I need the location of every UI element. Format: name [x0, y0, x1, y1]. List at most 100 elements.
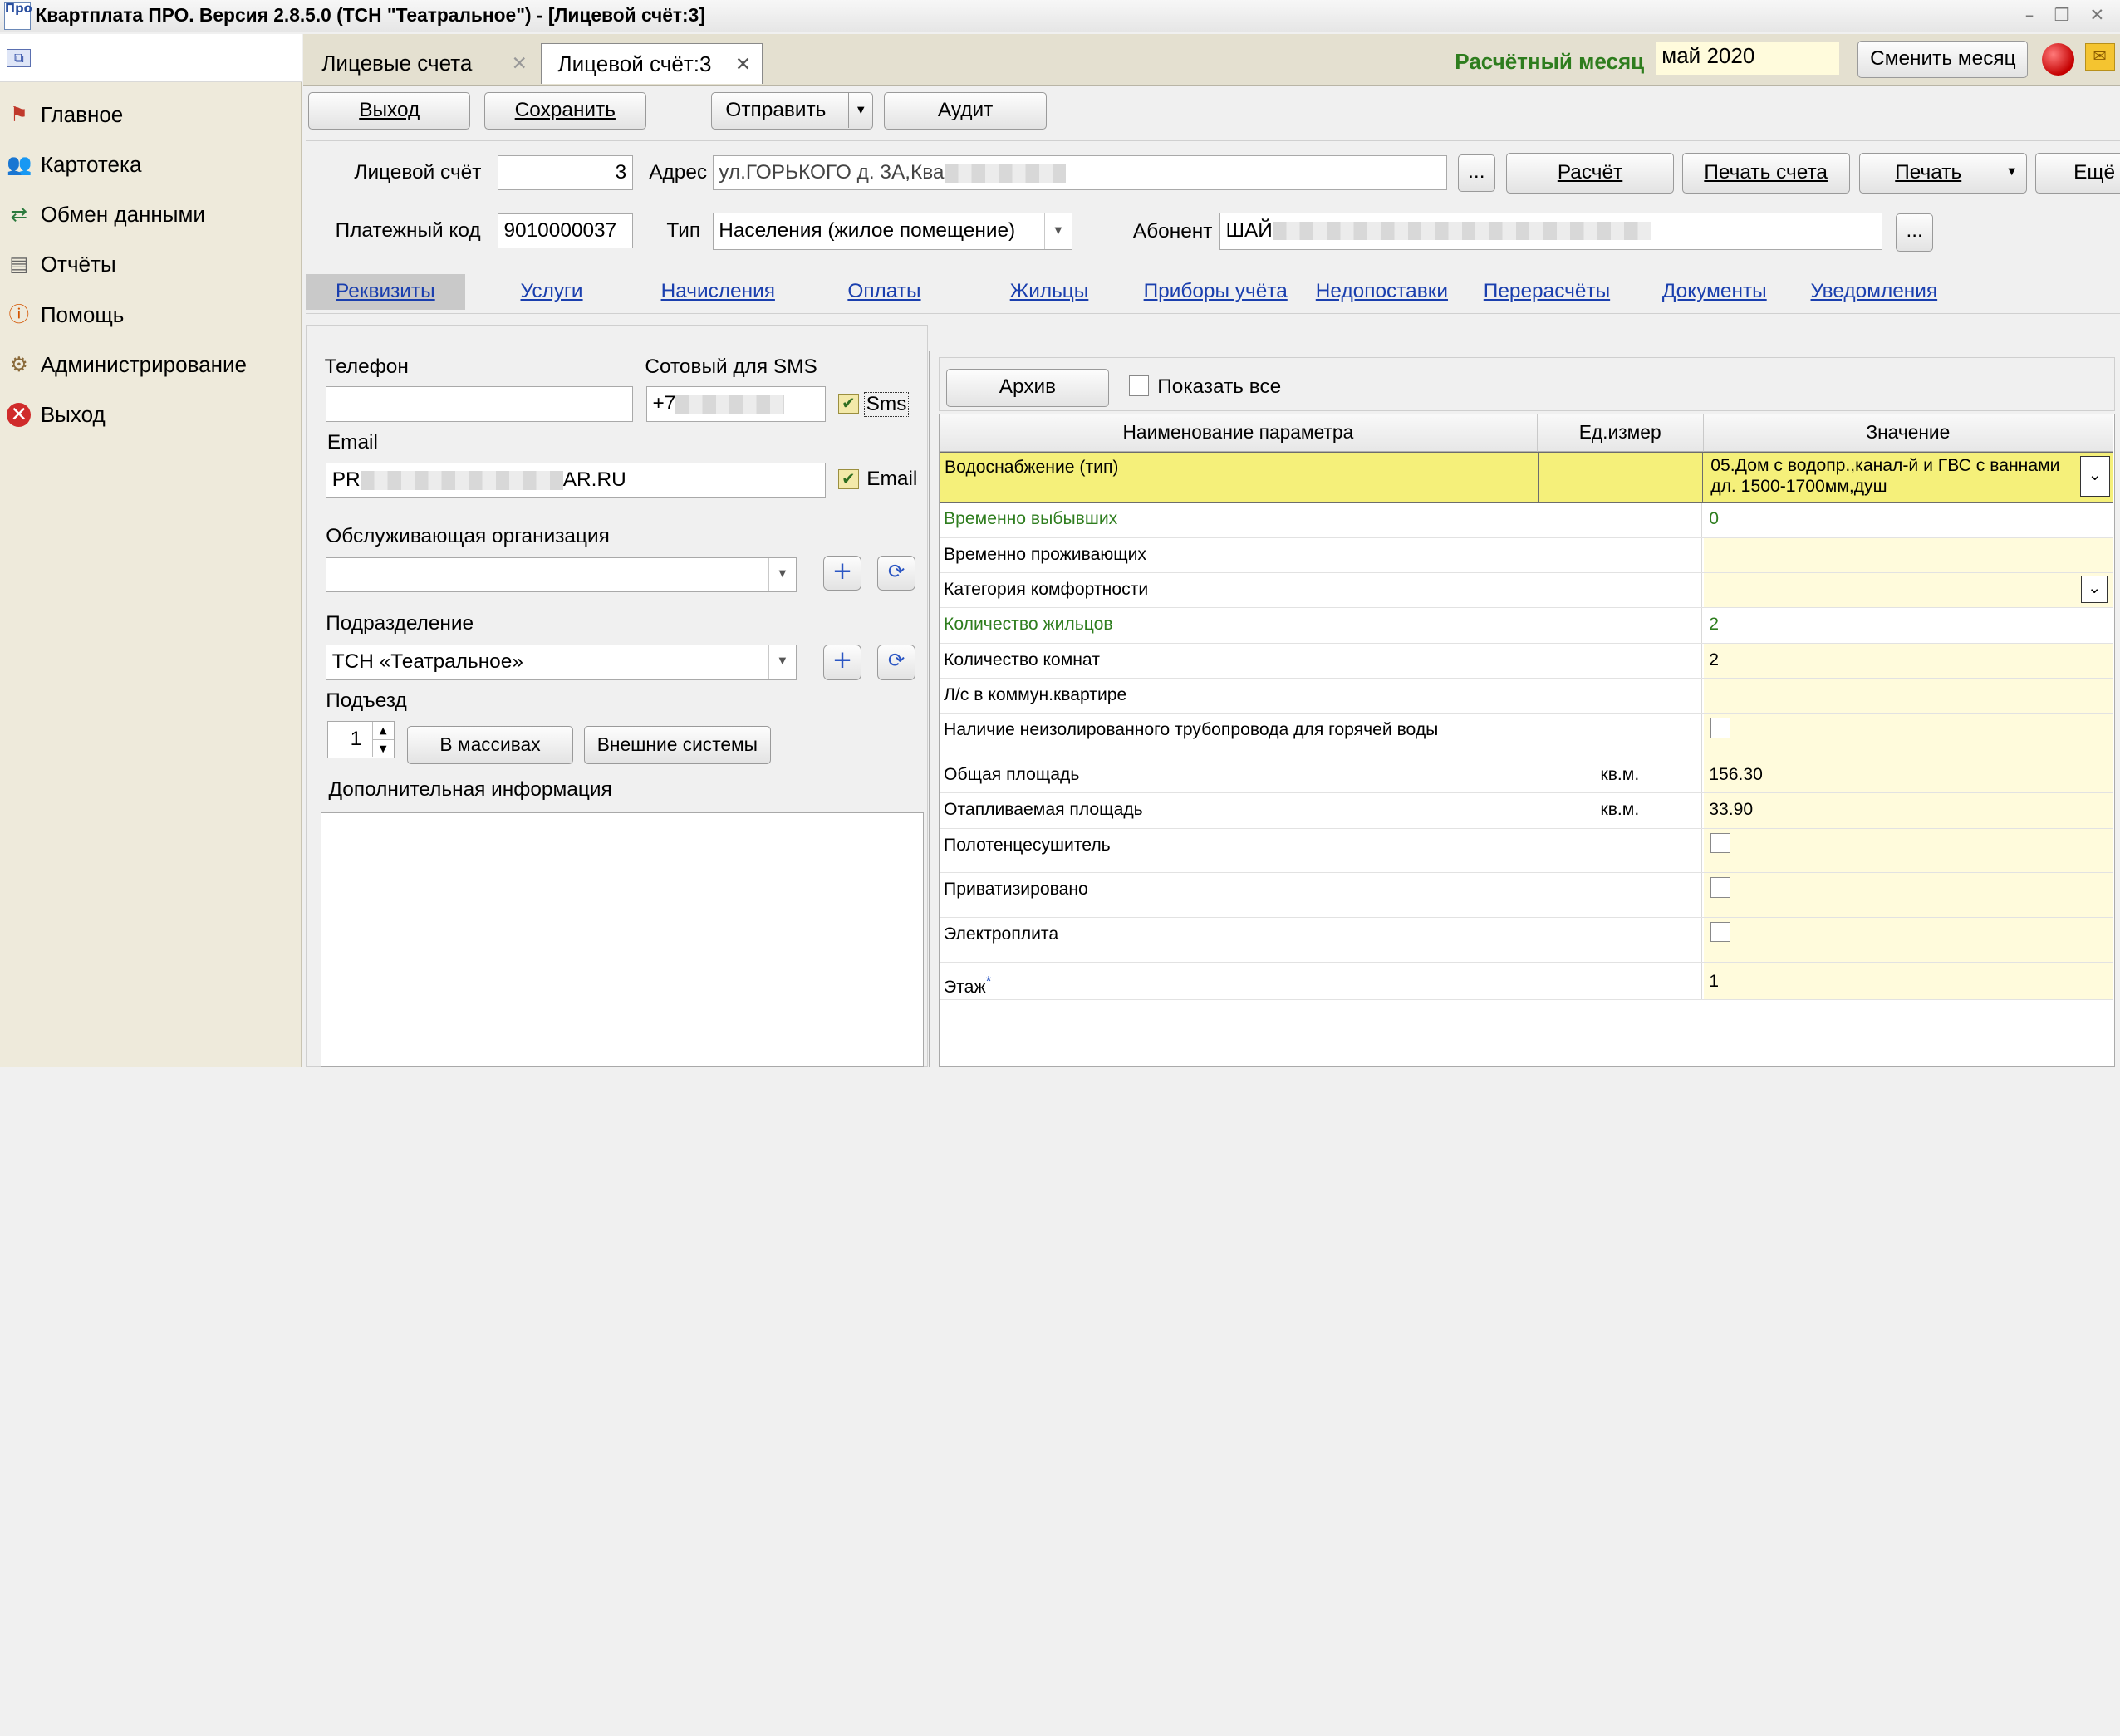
pay-code-field[interactable]: 9010000037	[497, 213, 633, 249]
audit-button[interactable]: Аудит	[884, 91, 1047, 130]
calc-button[interactable]: Расчёт	[1506, 152, 1674, 194]
more-button[interactable]: Ещё	[2034, 152, 2120, 194]
close-icon[interactable]: ✕	[2088, 5, 2107, 25]
param-value: 2	[1709, 615, 1720, 635]
table-row[interactable]: Количество комнат 2	[940, 643, 2113, 679]
minimize-icon[interactable]: –	[2020, 5, 2039, 25]
stepper-down-icon[interactable]: ▼	[371, 739, 394, 758]
account-number-field[interactable]: 3	[497, 155, 633, 191]
column-header-name[interactable]: Наименование параметра	[940, 414, 1538, 452]
sms-phone-field[interactable]: +7	[645, 386, 827, 422]
status-light-icon[interactable]	[2041, 43, 2074, 76]
stepper-up-icon[interactable]: ▲	[371, 722, 394, 740]
type-select[interactable]: Населения (жилое помещение) ▼	[712, 212, 1072, 251]
division-select[interactable]: ТСН «Театральное» ▼	[326, 645, 797, 680]
plus-icon: +	[832, 645, 853, 674]
sms-checkbox[interactable]: ✔	[838, 393, 859, 414]
close-tab-icon[interactable]: ✕	[512, 43, 528, 84]
show-all-checkbox[interactable]	[1129, 375, 1150, 396]
towel-dryer-checkbox[interactable]	[1710, 832, 1731, 853]
restore-icon[interactable]: ❐	[2053, 5, 2072, 25]
close-tab-icon[interactable]: ✕	[735, 44, 751, 85]
tab-account-3[interactable]: Лицевой счёт:3 ✕	[541, 43, 763, 84]
table-row[interactable]: Количество жильцов 2	[940, 608, 2113, 644]
type-value: Населения (жилое помещение)	[719, 218, 1016, 242]
refresh-org-button[interactable]: ⟳	[877, 555, 915, 591]
email-field[interactable]: PR AR.RU	[326, 462, 827, 498]
tab-accounts[interactable]: Лицевые счета ✕	[306, 43, 538, 84]
address-field[interactable]: ул.ГОРЬКОГО д. 3А,Ква	[712, 155, 1447, 191]
sidebar-item-help[interactable]: ⓘ Помощь	[0, 292, 302, 338]
hot-pipe-checkbox[interactable]	[1710, 718, 1731, 738]
tab-recalculations[interactable]: Перерасчёты	[1469, 274, 1626, 309]
chevron-down-icon[interactable]: ▼	[848, 92, 872, 128]
tab-underdelivery[interactable]: Недопоставки	[1303, 274, 1460, 309]
chevron-down-icon[interactable]: ⌄	[2079, 456, 2110, 498]
arrays-button[interactable]: В массивах	[406, 726, 574, 764]
subscriber-field[interactable]: ШАЙ	[1219, 212, 1882, 251]
sidebar-item-exchange[interactable]: ⇄ Обмен данными	[0, 192, 302, 238]
redacted-text	[944, 164, 1066, 184]
sidebar-item-main[interactable]: ⚑ Главное	[0, 92, 302, 138]
tab-residents[interactable]: Жильцы	[971, 274, 1128, 309]
external-systems-button[interactable]: Внешние системы	[584, 726, 771, 764]
tab-meters[interactable]: Приборы учёта	[1136, 274, 1295, 309]
column-header-unit[interactable]: Ед.измер	[1537, 414, 1704, 452]
column-header-value[interactable]: Значение	[1703, 414, 2113, 452]
privatized-checkbox[interactable]	[1710, 877, 1731, 898]
table-row[interactable]: Отапливаемая площадь кв.м. 33.90	[940, 793, 2113, 829]
collapse-sidebar-icon[interactable]: ⧉	[7, 48, 32, 68]
extra-info-textarea[interactable]	[320, 812, 924, 1067]
chevron-down-icon[interactable]: ⌄	[2080, 576, 2108, 603]
mail-icon[interactable]: ✉	[2084, 43, 2115, 71]
subscriber-picker-button[interactable]: ...	[1895, 213, 1934, 252]
change-month-button[interactable]: Сменить месяц	[1857, 40, 2029, 79]
print-invoice-button[interactable]: Печать счета	[1681, 152, 1850, 194]
plus-icon: +	[832, 556, 853, 585]
table-row[interactable]: Временно выбывших 0	[940, 503, 2113, 538]
sidebar-item-admin[interactable]: ⚙ Администрирование	[0, 342, 302, 388]
chevron-down-icon: ▼	[768, 557, 796, 591]
service-org-select[interactable]: ▼	[326, 557, 797, 592]
tab-documents[interactable]: Документы	[1633, 274, 1795, 309]
sidebar-item-cards[interactable]: 👥 Картотека	[0, 142, 302, 188]
table-row[interactable]: Категория комфортности ⌄	[940, 573, 2113, 609]
tab-requisites[interactable]: Реквизиты	[305, 274, 465, 310]
sidebar-item-reports[interactable]: ▤ Отчёты	[0, 242, 302, 287]
print-button[interactable]: Печать ▼	[1858, 152, 2027, 194]
email-checkbox[interactable]: ✔	[838, 468, 859, 490]
exit-button[interactable]: Выход	[308, 91, 471, 130]
add-org-button[interactable]: +	[823, 555, 861, 591]
refresh-division-button[interactable]: ⟳	[877, 645, 915, 680]
tab-notifications[interactable]: Уведомления	[1799, 274, 1950, 309]
send-button[interactable]: Отправить ▼	[711, 91, 874, 130]
email-check-label: Email	[866, 468, 918, 491]
tab-payments[interactable]: Оплаты	[806, 274, 963, 309]
period-field[interactable]: май 2020	[1656, 42, 1839, 75]
table-row[interactable]: Л/с в коммун.квартире	[940, 679, 2113, 714]
archive-button[interactable]: Архив	[946, 369, 1109, 407]
table-row[interactable]: Этаж* 1	[940, 962, 2113, 1001]
splitter[interactable]	[929, 351, 930, 1067]
table-row[interactable]: Водоснабжение (тип) 05.Дом с водопр.,кан…	[940, 451, 2113, 503]
param-value: 1	[1703, 962, 2113, 1000]
sidebar-item-exit[interactable]: ✕ Выход	[0, 392, 302, 438]
address-value: ул.ГОРЬКОГО д. 3А,Ква	[719, 161, 945, 184]
param-unit	[1537, 503, 1703, 537]
table-row[interactable]: Полотенцесушитель	[940, 828, 2113, 874]
tab-charges[interactable]: Начисления	[638, 274, 797, 309]
param-unit	[1537, 537, 1703, 573]
address-picker-button[interactable]: ...	[1457, 154, 1496, 193]
table-row[interactable]: Приватизировано	[940, 873, 2113, 919]
phone-field[interactable]	[326, 386, 633, 422]
sms-check-label: Sms	[864, 392, 910, 417]
table-row[interactable]: Временно проживающих	[940, 537, 2113, 574]
save-button[interactable]: Сохранить	[483, 91, 646, 130]
param-unit	[1537, 828, 1703, 873]
table-row[interactable]: Наличие неизолированного трубопровода дл…	[940, 714, 2113, 759]
table-row[interactable]: Электроплита	[940, 918, 2113, 963]
electric-stove-checkbox[interactable]	[1710, 922, 1731, 943]
add-division-button[interactable]: +	[823, 645, 861, 680]
tab-services[interactable]: Услуги	[474, 274, 631, 309]
table-row[interactable]: Общая площадь кв.м. 156.30	[940, 758, 2113, 794]
